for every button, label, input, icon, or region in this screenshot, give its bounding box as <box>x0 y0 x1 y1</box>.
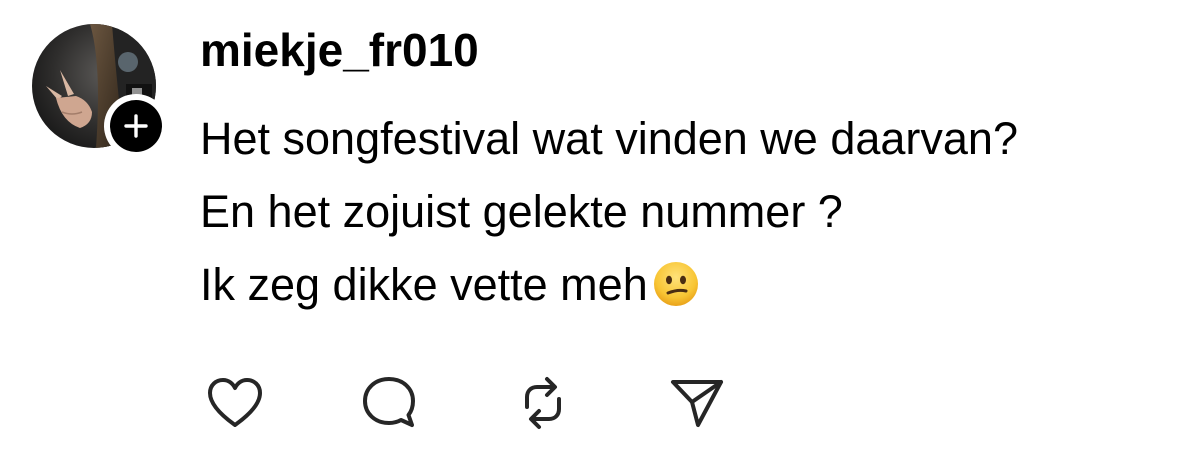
share-button[interactable] <box>666 372 728 434</box>
post-body: Het songfestival wat vinden we daarvan? … <box>200 102 1018 321</box>
comment-button[interactable] <box>358 372 420 434</box>
plus-icon <box>124 114 148 138</box>
author-avatar-container[interactable] <box>32 24 168 158</box>
share-icon <box>671 380 723 427</box>
follow-button[interactable] <box>104 94 168 158</box>
repost-button[interactable] <box>512 372 574 434</box>
like-button[interactable] <box>204 372 266 434</box>
follow-badge-circle <box>110 100 162 152</box>
heart-icon <box>208 378 262 427</box>
post-line-2: En het zojuist gelekte nummer ? <box>200 186 843 237</box>
post-line-3: Ik zeg dikke vette meh <box>200 259 648 310</box>
author-username[interactable]: miekje_fr010 <box>200 24 479 76</box>
neutral-face-emoji-icon <box>653 262 698 307</box>
repost-icon <box>525 377 561 429</box>
post-line-3-wrap: Ik zeg dikke vette meh <box>200 248 1018 321</box>
post-line-1: Het songfestival wat vinden we daarvan? <box>200 113 1018 164</box>
comment-icon <box>363 377 415 427</box>
